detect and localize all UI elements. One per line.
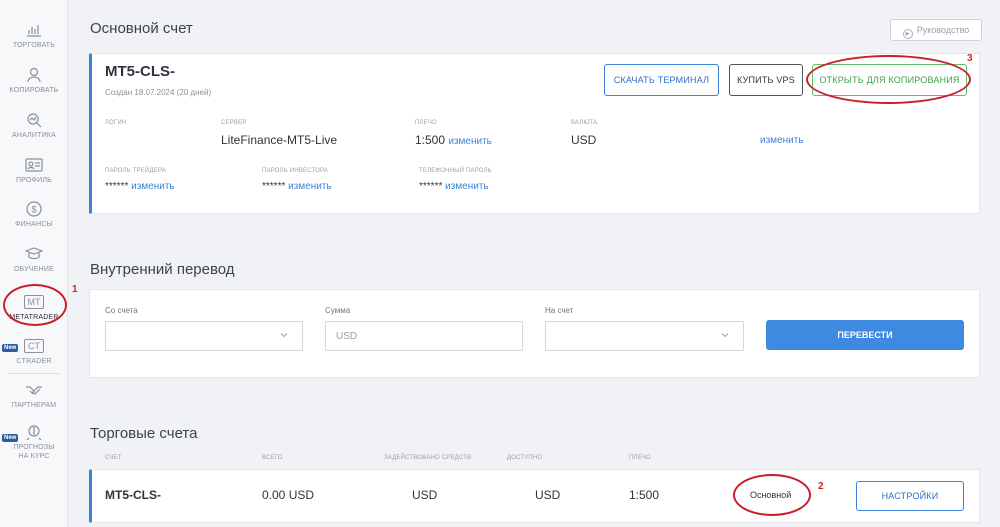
- sidebar-item-label: ТОРГОВАТЬ: [12, 42, 56, 49]
- change-currency-link[interactable]: изменить: [760, 135, 804, 146]
- currency-value: USD: [571, 133, 597, 147]
- sidebar-item-label: АНАЛИТИКА: [11, 132, 57, 139]
- row-total: 0.00 USD: [262, 488, 315, 502]
- trading-accounts-title: Торговые счета: [90, 425, 198, 442]
- change-investor-password-link[interactable]: изменить: [288, 181, 332, 192]
- account-created: Создан 18.07.2024 (20 дней): [105, 88, 212, 97]
- chevron-down-icon: [721, 333, 729, 338]
- leverage-caption: ПЛЕЧО: [415, 120, 437, 126]
- account-name: MT5-CLS-: [105, 63, 175, 80]
- play-circle-icon: ▶: [902, 29, 913, 39]
- sidebar-item-education[interactable]: ОБУЧЕНИЕ: [0, 246, 68, 286]
- sidebar-item-finance[interactable]: $ ФИНАНСЫ: [0, 201, 68, 241]
- change-trader-password-link[interactable]: изменить: [131, 181, 175, 192]
- from-account-label: Со счета: [105, 306, 138, 315]
- sidebar-item-label: ОБУЧЕНИЕ: [13, 266, 54, 273]
- forecast-coin-icon: [25, 424, 43, 440]
- copy-trader-icon: [25, 67, 43, 83]
- guide-label: Руководство: [916, 25, 970, 35]
- transfer-button[interactable]: ПЕРЕВЕСТИ: [766, 320, 964, 350]
- sidebar-item-copy[interactable]: КОПИРОВАТЬ: [0, 67, 68, 107]
- sidebar-item-analytics[interactable]: АНАЛИТИКА: [0, 112, 68, 152]
- phone-password-value: ****** изменить: [419, 181, 489, 192]
- column-header-leverage: ПЛЕЧО: [629, 455, 651, 461]
- column-header-account: СЧЕТ: [105, 455, 122, 461]
- buy-vps-button[interactable]: КУПИТЬ VPS: [729, 64, 803, 96]
- column-header-total: ВСЕГО: [262, 455, 283, 461]
- download-terminal-button[interactable]: СКАЧАТЬ ТЕРМИНАЛ: [604, 64, 719, 96]
- leverage-value: 1:500 изменить: [415, 133, 492, 147]
- sidebar-item-trade[interactable]: ТОРГОВАТЬ: [0, 22, 68, 62]
- new-badge: New: [2, 434, 19, 442]
- column-header-used: ЗАДЕЙСТВОВАНО СРЕДСТВ: [384, 455, 472, 461]
- trader-password-value: ****** изменить: [105, 181, 175, 192]
- sidebar-divider: [8, 373, 60, 374]
- handshake-icon: [25, 382, 43, 398]
- row-used: USD: [412, 488, 438, 502]
- annotation-circle-metatrader: [3, 284, 67, 326]
- row-available: USD: [535, 488, 561, 502]
- svg-text:$: $: [31, 205, 36, 215]
- sidebar-item-label: ПРОФИЛЬ: [16, 177, 52, 184]
- sidebar-item-forecasts[interactable]: New ПРОГНОЗЫ НА КУРС: [0, 424, 68, 468]
- settings-button[interactable]: НАСТРОЙКИ: [856, 481, 964, 511]
- phone-password-caption: ТЕЛЕФОННЫЙ ПАРОЛЬ: [419, 168, 492, 174]
- from-account-select[interactable]: [105, 321, 303, 351]
- to-account-label: На счет: [545, 306, 574, 315]
- server-value: LiteFinance-MT5-Live: [221, 133, 338, 147]
- row-leverage: 1:500: [629, 488, 660, 502]
- amount-placeholder: USD: [336, 331, 358, 342]
- sidebar-item-partners[interactable]: ПАРТНЕРАМ: [0, 382, 68, 422]
- annotation-circle-status: [733, 474, 811, 516]
- to-account-select[interactable]: [545, 321, 744, 351]
- main-account-title: Основной счет: [90, 20, 193, 37]
- sidebar-item-ctrader[interactable]: New CT CTRADER: [0, 336, 68, 376]
- leverage-text: 1:500: [415, 133, 446, 147]
- investor-password-caption: ПАРОЛЬ ИНВЕСТОРА: [262, 168, 328, 174]
- annotation-number-1: 1: [72, 284, 78, 295]
- transfer-title: Внутренний перевод: [90, 261, 235, 278]
- dollar-coin-icon: $: [25, 201, 43, 217]
- masked-password: ******: [419, 181, 443, 192]
- row-account: MT5-CLS-: [105, 488, 161, 502]
- new-badge: New: [2, 344, 19, 352]
- trade-chart-icon: [25, 22, 43, 38]
- currency-caption: ВАЛЮТА: [571, 120, 598, 126]
- graduation-cap-icon: [25, 246, 43, 262]
- guide-button[interactable]: ▶ Руководство: [890, 19, 982, 41]
- sidebar-item-label: КОПИРОВАТЬ: [9, 87, 59, 94]
- trader-password-caption: ПАРОЛЬ ТРЕЙДЕРА: [105, 168, 166, 174]
- masked-password: ******: [105, 181, 129, 192]
- sidebar-item-profile[interactable]: ПРОФИЛЬ: [0, 157, 68, 197]
- investor-password-value: ****** изменить: [262, 181, 332, 192]
- sidebar-item-label: ПАРТНЕРАМ: [11, 402, 57, 409]
- change-phone-password-link[interactable]: изменить: [445, 181, 489, 192]
- chevron-down-icon: [280, 333, 288, 338]
- sidebar: ТОРГОВАТЬ КОПИРОВАТЬ АНАЛИТИКА ПРОФИЛЬ $…: [0, 0, 68, 527]
- login-caption: ЛОГИН: [105, 120, 127, 126]
- server-caption: СЕРВЕР: [221, 120, 247, 126]
- annotation-number-3: 3: [967, 53, 973, 64]
- annotation-circle-copy: [806, 55, 971, 104]
- change-leverage-link[interactable]: изменить: [448, 136, 492, 147]
- amount-input[interactable]: USD: [325, 321, 523, 351]
- sidebar-item-label: ФИНАНСЫ: [15, 221, 53, 228]
- amount-label: Сумма: [325, 306, 351, 315]
- sidebar-item-label: ПРОГНОЗЫ НА КУРС: [13, 444, 55, 460]
- column-header-available: ДОСТУПНО: [507, 455, 543, 461]
- sidebar-item-label: CTRADER: [16, 358, 52, 365]
- profile-card-icon: [25, 157, 43, 173]
- annotation-number-2: 2: [818, 481, 824, 492]
- analytics-search-icon: [25, 112, 43, 128]
- ctrader-icon: CT: [24, 339, 44, 353]
- masked-password: ******: [262, 181, 286, 192]
